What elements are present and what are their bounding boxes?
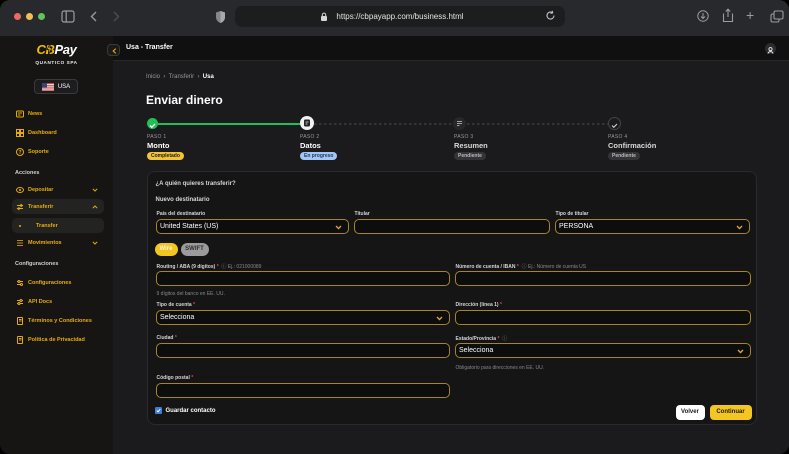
svg-text:?: ?: [18, 150, 21, 156]
